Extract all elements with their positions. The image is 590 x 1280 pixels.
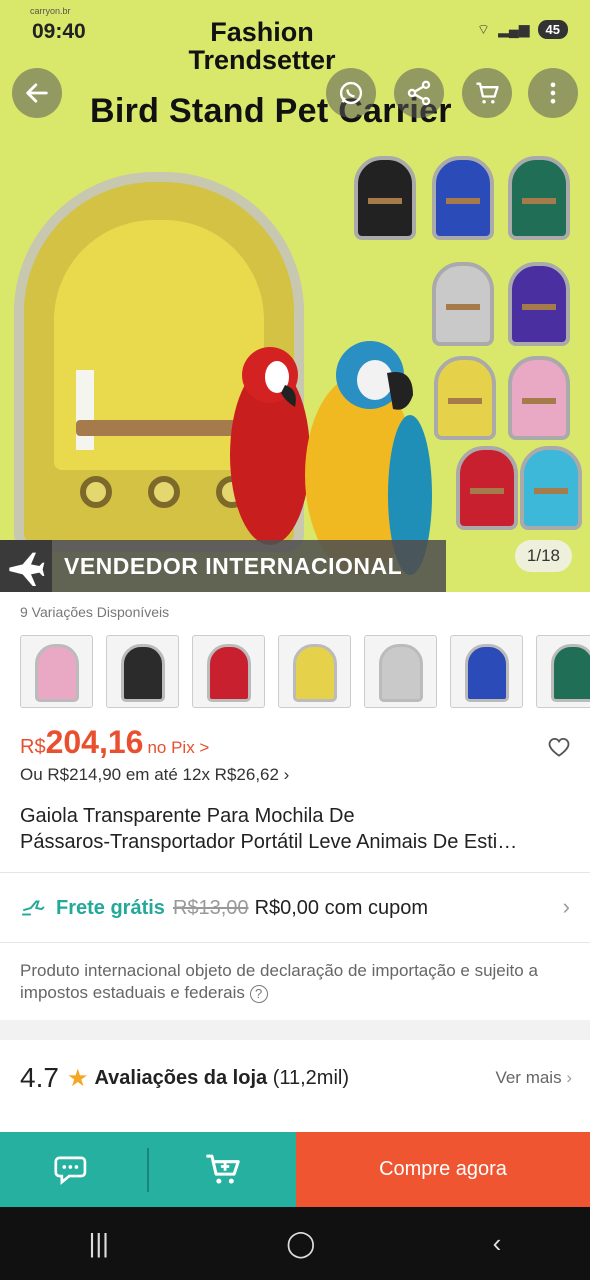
variant-preview <box>432 156 494 240</box>
add-to-cart-icon <box>205 1154 240 1184</box>
see-more-link[interactable]: Ver mais › <box>495 1068 572 1088</box>
rating-label-text: Avaliações da loja <box>94 1066 268 1089</box>
variant-preview <box>354 156 416 240</box>
variant-preview <box>520 446 582 530</box>
see-more-label: Ver mais <box>495 1068 562 1087</box>
product-title-line1: Gaiola Transparente Para Mochila De <box>20 805 355 827</box>
more-options-button[interactable] <box>528 68 578 118</box>
rating-count: (11,2mil) <box>272 1066 350 1089</box>
coupon-shipping-price: R$0,00 com cupom <box>254 896 428 919</box>
variation-thumb[interactable] <box>106 635 179 708</box>
cart-button[interactable] <box>462 68 512 118</box>
international-seller-badge: VENDEDOR INTERNACIONAL <box>0 540 446 592</box>
airplane-icon <box>0 540 52 592</box>
rating-label: Avaliações da loja (11,2mil) <box>94 1067 349 1090</box>
variation-thumb[interactable] <box>536 635 590 708</box>
recent-apps-icon[interactable]: ||| <box>89 1228 109 1259</box>
variation-thumb[interactable] <box>20 635 93 708</box>
international-seller-label: VENDEDOR INTERNACIONAL <box>64 552 403 579</box>
arrow-left-icon <box>26 83 48 103</box>
old-shipping-price: R$13,00 <box>172 896 249 919</box>
product-image-carousel[interactable]: carryon.br 09:40 ⌔ ▂▄▆ 45 Fashion Trends… <box>0 0 590 592</box>
section-separator <box>0 1020 590 1040</box>
variation-thumb[interactable] <box>278 635 351 708</box>
variation-thumb[interactable] <box>192 635 265 708</box>
price-value: 204,16 <box>45 724 144 760</box>
hero-title-line2: Trendsetter <box>188 45 336 75</box>
free-shipping-label: Frete grátis <box>56 896 165 919</box>
price-currency: R$ <box>20 736 46 758</box>
share-icon <box>407 80 431 106</box>
delivery-plane-icon <box>22 900 45 916</box>
variant-preview <box>508 356 570 440</box>
chevron-right-icon: › <box>566 1068 572 1087</box>
kebab-menu-icon <box>550 82 556 104</box>
heart-icon[interactable] <box>546 734 572 760</box>
android-nav-bar: ||| ◯ ‹ <box>0 1207 590 1280</box>
buy-now-button[interactable]: Compre agora <box>296 1132 590 1207</box>
variation-thumbnails <box>20 635 590 709</box>
status-carrier-tag: carryon.br <box>30 6 71 16</box>
back-button[interactable] <box>12 68 62 118</box>
home-icon[interactable]: ◯ <box>286 1228 315 1259</box>
back-nav-icon[interactable]: ‹ <box>493 1228 502 1259</box>
share-button[interactable] <box>394 68 444 118</box>
variation-thumb[interactable] <box>450 635 523 708</box>
product-title: Gaiola Transparente Para Mochila De Páss… <box>20 803 576 855</box>
image-counter: 1/18 <box>514 540 572 572</box>
divider <box>0 942 590 943</box>
shipping-row[interactable]: Frete grátis R$13,00 R$0,00 com cupom › <box>20 894 570 922</box>
hero-title-top: Fashion Trendsetter <box>0 18 524 74</box>
help-icon[interactable]: ? <box>249 984 268 1003</box>
whatsapp-share-button[interactable] <box>326 68 376 118</box>
pix-link[interactable]: no Pix > <box>147 738 209 758</box>
chat-button[interactable] <box>0 1132 147 1207</box>
store-rating-row[interactable]: 4.7 ★ Avaliações da loja (11,2mil) Ver m… <box>20 1060 572 1096</box>
variations-label: 9 Variações Disponíveis <box>20 604 170 620</box>
variant-preview <box>434 356 496 440</box>
chevron-right-icon: › <box>562 894 570 919</box>
variant-preview <box>508 156 570 240</box>
battery-indicator: 45 <box>537 20 568 39</box>
variant-preview <box>432 262 494 346</box>
import-notice-text: Produto internacional objeto de declaraç… <box>20 961 538 1002</box>
variant-preview <box>508 262 570 346</box>
rating-score: 4.7 <box>20 1062 59 1093</box>
variant-preview <box>456 446 518 530</box>
price[interactable]: R$ 204,16 no Pix > <box>20 724 209 761</box>
hero-title-line1: Fashion <box>210 17 314 47</box>
installments-link[interactable]: Ou R$214,90 em até 12x R$26,62 › <box>20 765 289 785</box>
chat-icon <box>53 1156 86 1185</box>
divider <box>0 872 590 873</box>
star-icon: ★ <box>66 1064 89 1092</box>
add-to-cart-button[interactable] <box>149 1132 296 1207</box>
variation-thumb[interactable] <box>364 635 437 708</box>
import-notice: Produto internacional objeto de declaraç… <box>20 960 575 1004</box>
cart-icon <box>476 82 499 104</box>
product-title-line2: Pássaros-Transportador Portátil Leve Ani… <box>20 831 518 853</box>
bottom-action-bar: Compre agora <box>0 1132 590 1207</box>
whatsapp-icon <box>339 81 363 105</box>
